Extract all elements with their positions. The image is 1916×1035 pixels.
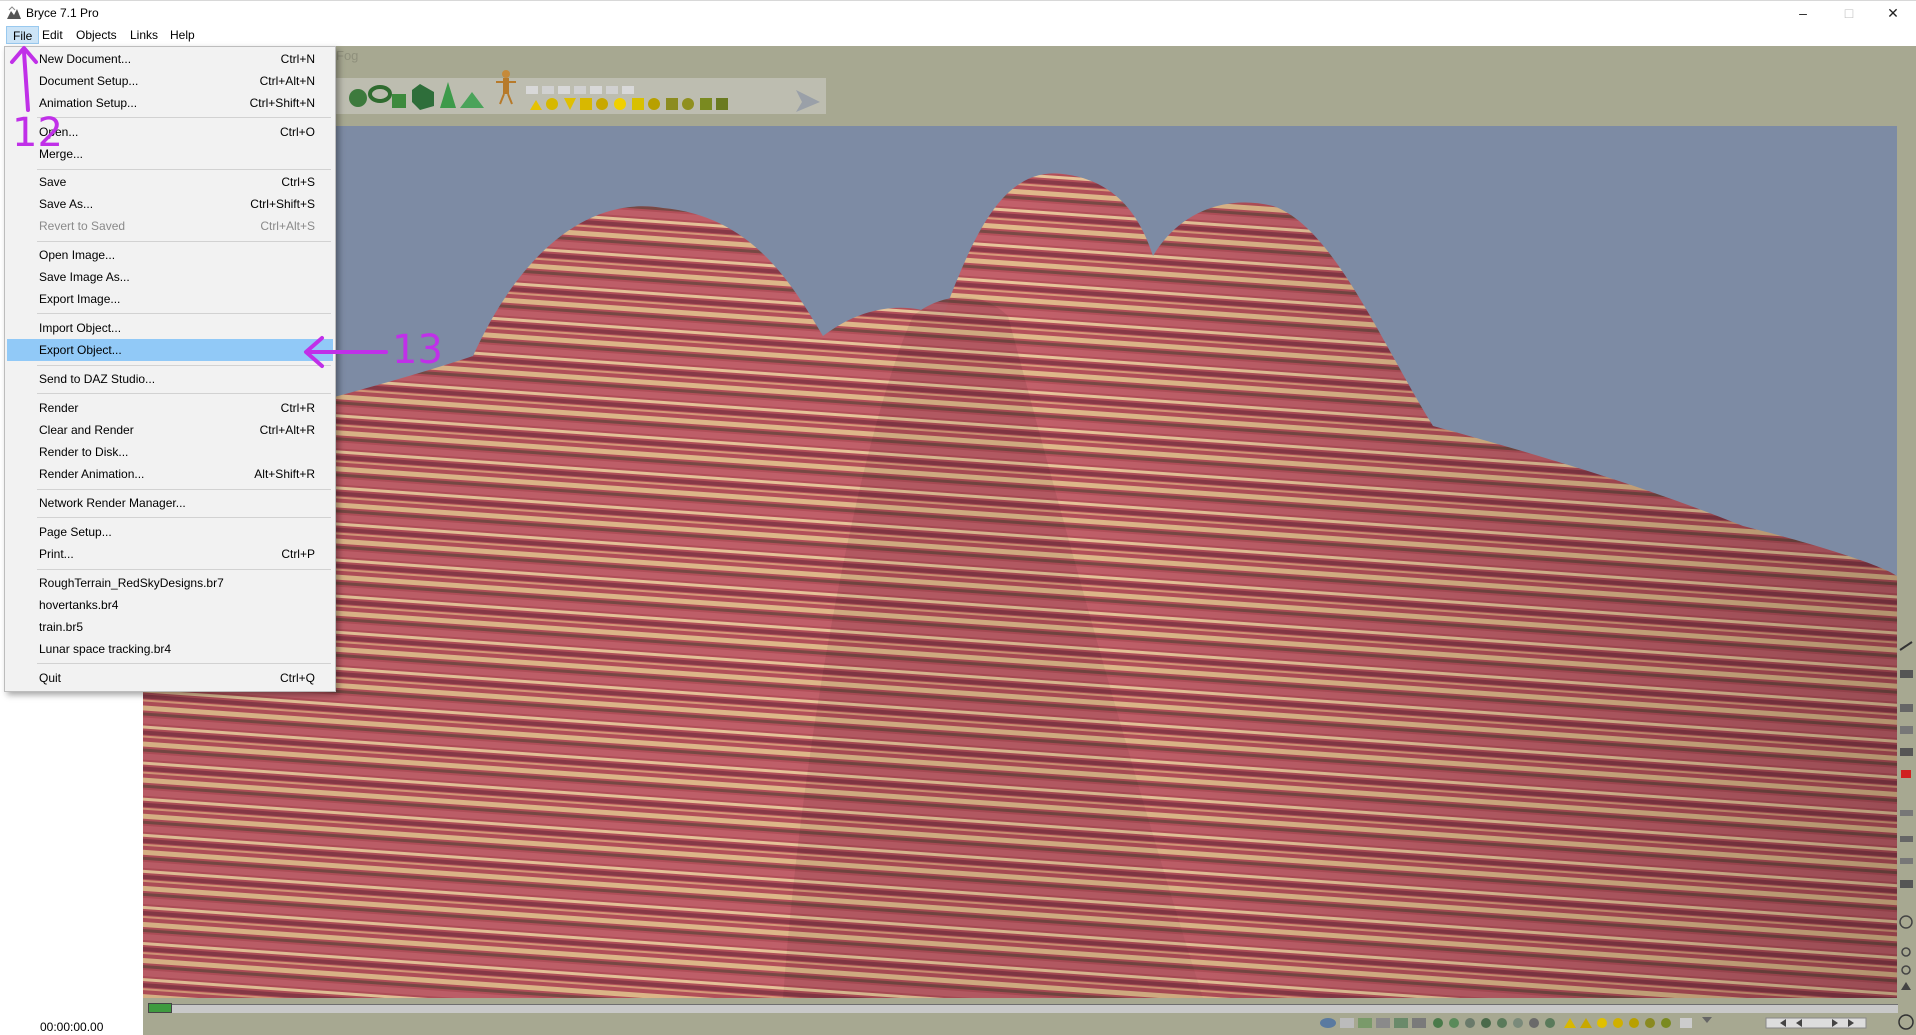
menu-item-print[interactable]: Print... Ctrl+P	[7, 543, 333, 565]
title-bar: Bryce 7.1 Pro – □ ✕	[0, 0, 1916, 24]
menu-item-recent-file[interactable]: RoughTerrain_RedSkyDesigns.br7	[7, 572, 333, 594]
menu-separator	[37, 241, 331, 242]
menu-item-send-to-daz-studio[interactable]: Send to DAZ Studio...	[7, 368, 333, 390]
menu-item-render-to-disk[interactable]: Render to Disk...	[7, 441, 333, 463]
minimize-button[interactable]: –	[1780, 1, 1826, 25]
menu-item-revert-to-saved: Revert to Saved Ctrl+Alt+S	[39, 219, 315, 233]
menu-objects[interactable]: Objects	[70, 26, 123, 44]
menu-item-clear-and-render[interactable]: Clear and Render Ctrl+Alt+R	[7, 419, 333, 441]
annotation-step-13: 13	[392, 327, 443, 373]
bottom-control-strip[interactable]	[1318, 1013, 1878, 1033]
maximize-button[interactable]: □	[1826, 1, 1872, 25]
menu-separator	[37, 313, 331, 314]
menu-separator	[37, 117, 331, 118]
sphere-tool-icon	[349, 89, 367, 107]
fog-label: Fog	[336, 48, 359, 63]
create-toolbar[interactable]	[336, 64, 826, 114]
menu-bar: File Edit Objects Links Help	[0, 24, 1916, 46]
menu-item-export-object[interactable]: Export Object...	[7, 339, 333, 361]
menu-item-quit[interactable]: Quit Ctrl+Q	[7, 667, 333, 689]
menu-item-recent-file[interactable]: Lunar space tracking.br4	[7, 638, 333, 660]
menu-item-open-image[interactable]: Open Image...	[7, 244, 333, 266]
animation-timeline[interactable]	[148, 1004, 1898, 1013]
menu-separator	[37, 169, 331, 170]
right-tool-strip[interactable]	[1897, 640, 1916, 1035]
menu-item-network-render-manager[interactable]: Network Render Manager...	[7, 492, 333, 514]
viewport-3d[interactable]	[143, 126, 1897, 998]
window-title: Bryce 7.1 Pro	[26, 6, 99, 20]
menu-separator	[37, 517, 331, 518]
menu-separator	[37, 663, 331, 664]
annotation-step-12: 12	[12, 110, 63, 156]
menu-separator	[37, 393, 331, 394]
bryce-app-icon	[7, 6, 21, 19]
cylinder-tool-icon	[392, 94, 406, 108]
menu-item-render-animation[interactable]: Render Animation... Alt+Shift+R	[7, 463, 333, 485]
menu-item-recent-file[interactable]: hovertanks.br4	[7, 594, 333, 616]
close-button[interactable]: ✕	[1870, 1, 1916, 25]
menu-item-save-image-as[interactable]: Save Image As...	[7, 266, 333, 288]
menu-links[interactable]: Links	[124, 26, 164, 44]
menu-item-page-setup[interactable]: Page Setup...	[7, 521, 333, 543]
menu-help[interactable]: Help	[164, 26, 201, 44]
menu-separator	[37, 569, 331, 570]
menu-separator	[37, 489, 331, 490]
annotation-arrow-left-icon	[304, 336, 388, 368]
menu-item-save-as[interactable]: Save As... Ctrl+Shift+S	[7, 193, 333, 215]
menu-item-render[interactable]: Render Ctrl+R	[7, 397, 333, 419]
menu-item-export-image[interactable]: Export Image...	[7, 288, 333, 310]
menu-item-recent-file[interactable]: train.br5	[7, 616, 333, 638]
timeline-scrubber[interactable]	[148, 1003, 172, 1013]
menu-item-import-object[interactable]: Import Object...	[7, 317, 333, 339]
menu-separator	[37, 365, 331, 366]
menu-item-save[interactable]: Save Ctrl+S	[7, 171, 333, 193]
timecode-display: 00:00:00.00	[40, 1020, 104, 1034]
terrain-render	[143, 173, 1897, 998]
